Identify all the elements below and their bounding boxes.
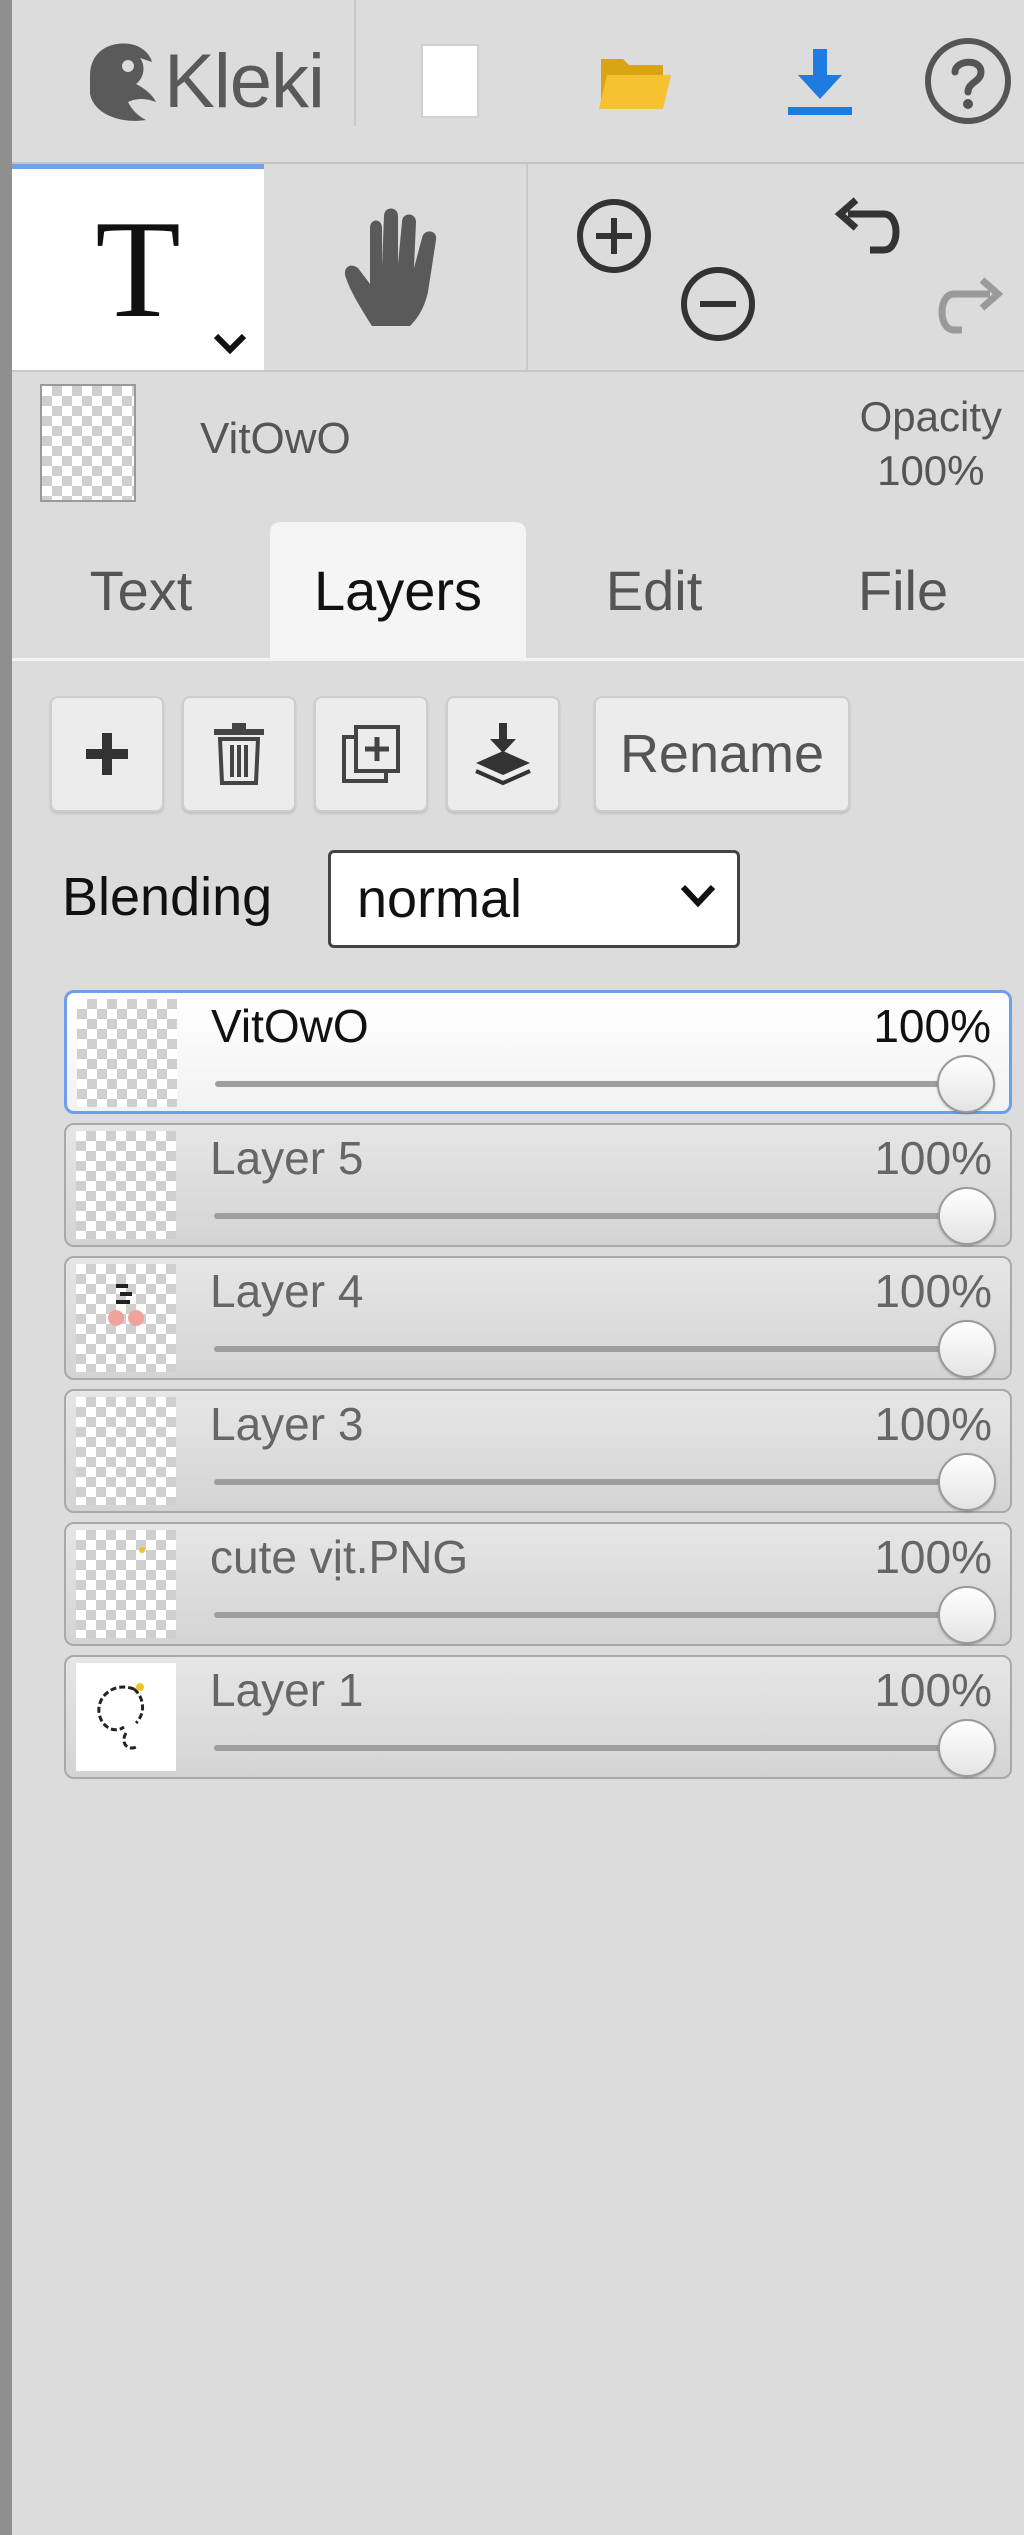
opacity-slider-handle[interactable] — [938, 1187, 996, 1245]
layer-opacity: 100% — [874, 1132, 992, 1184]
zoom-out-icon[interactable] — [678, 264, 758, 344]
top-bar: Kleki — [12, 0, 1024, 164]
merge-layer-button[interactable] — [446, 696, 560, 812]
download-icon — [787, 49, 852, 115]
layer-thumbnail — [76, 1264, 176, 1372]
hand-icon — [344, 208, 437, 326]
opacity-slider-track[interactable] — [214, 1745, 960, 1751]
tab-text[interactable]: Text — [12, 522, 270, 658]
layer-name: cute vịt.PNG — [210, 1531, 469, 1583]
help-icon — [925, 38, 1011, 124]
layer-item[interactable]: Layer 3 100% — [64, 1389, 1012, 1513]
kleki-logo[interactable]: Kleki — [52, 0, 352, 162]
new-button[interactable] — [357, 0, 542, 162]
layer-item[interactable]: VitOwO 100% — [64, 990, 1012, 1114]
opacity-slider-handle[interactable] — [938, 1719, 996, 1777]
blending-select[interactable]: normal — [328, 850, 740, 948]
tab-edit[interactable]: Edit — [526, 522, 782, 658]
tab-layers[interactable]: Layers — [270, 522, 526, 658]
layer-item[interactable]: Layer 5 100% — [64, 1123, 1012, 1247]
history-controls — [778, 164, 1024, 370]
left-edge-bar — [0, 0, 12, 2535]
trash-icon — [214, 723, 264, 785]
opacity-slider-track[interactable] — [214, 1346, 960, 1352]
layer-opacity: 100% — [874, 1664, 992, 1716]
current-layer-name: VitOwO — [200, 414, 351, 463]
layer-thumbnail — [76, 1663, 176, 1771]
delete-layer-button[interactable] — [182, 696, 296, 812]
layer-thumbnail-drawing — [97, 1683, 144, 1750]
add-layer-button[interactable] — [50, 696, 164, 812]
zoom-controls — [528, 164, 778, 370]
layer-thumbnail — [76, 1397, 176, 1505]
chevron-down-icon[interactable] — [210, 330, 250, 356]
layer-opacity: 100% — [874, 1531, 992, 1583]
opacity-slider-track[interactable] — [215, 1081, 959, 1087]
tool-row: T — [12, 164, 1024, 372]
layer-item[interactable]: Layer 1 100% — [64, 1655, 1012, 1779]
layer-thumbnail — [76, 1530, 176, 1638]
layer-item[interactable]: Layer 4 100% — [64, 1256, 1012, 1380]
tab-file[interactable]: File — [782, 522, 1024, 658]
duplicate-icon — [342, 725, 400, 783]
plus-icon — [86, 733, 128, 775]
layer-name: Layer 5 — [210, 1132, 364, 1184]
merge-down-icon — [475, 723, 531, 786]
opacity-slider-track[interactable] — [214, 1213, 960, 1219]
layer-opacity: 100% — [873, 1000, 991, 1052]
hand-tool-button[interactable] — [264, 164, 526, 370]
opacity-label: Opacity — [859, 393, 1002, 440]
text-tool-icon: T — [95, 191, 181, 347]
chevron-down-icon — [680, 884, 716, 908]
opacity-value: 100% — [877, 447, 985, 494]
layer-opacity: 100% — [874, 1398, 992, 1450]
layer-item[interactable]: cute vịt.PNG 100% — [64, 1522, 1012, 1646]
layer-thumbnail — [77, 999, 177, 1107]
layer-preview-row: VitOwO Opacity 100% — [12, 372, 1024, 512]
folder-icon — [598, 59, 671, 109]
blending-value: normal — [357, 869, 523, 929]
open-button[interactable] — [542, 0, 727, 162]
rename-layer-button[interactable]: Rename — [594, 696, 850, 812]
opacity-slider-handle[interactable] — [938, 1586, 996, 1644]
layer-name: Layer 1 — [210, 1664, 364, 1716]
blending-label: Blending — [62, 867, 273, 927]
app-name: Kleki — [164, 38, 325, 124]
redo-icon[interactable] — [928, 264, 1008, 344]
layer-name: VitOwO — [211, 1000, 369, 1052]
layer-thumbnail — [76, 1131, 176, 1239]
zoom-in-icon[interactable] — [574, 196, 654, 276]
opacity-slider-handle[interactable] — [938, 1320, 996, 1378]
new-file-icon — [420, 44, 479, 118]
layer-opacity: 100% — [874, 1265, 992, 1317]
separator — [354, 0, 356, 126]
opacity-slider-track[interactable] — [214, 1479, 960, 1485]
layer-thumbnail-drawing — [139, 1547, 145, 1553]
duplicate-layer-button[interactable] — [314, 696, 428, 812]
current-layer-thumbnail — [40, 384, 136, 502]
current-layer-opacity: Opacity 100% — [860, 390, 1002, 498]
opacity-slider-handle[interactable] — [937, 1055, 995, 1113]
opacity-slider-handle[interactable] — [938, 1453, 996, 1511]
layer-name: Layer 4 — [210, 1265, 364, 1317]
opacity-slider-track[interactable] — [214, 1612, 960, 1618]
layer-name: Layer 3 — [210, 1398, 364, 1450]
text-tool-button[interactable]: T — [12, 164, 264, 370]
save-button[interactable] — [727, 0, 912, 162]
layer-thumbnail-drawing — [108, 1284, 144, 1326]
help-button[interactable] — [912, 0, 1024, 162]
kleki-bird-icon — [90, 43, 157, 121]
undo-icon[interactable] — [830, 192, 910, 272]
side-panel: Kleki T VitOwO Opacity 100% Text Layers … — [12, 0, 1024, 2535]
panel-tabs: Text Layers Edit File — [12, 522, 1024, 661]
